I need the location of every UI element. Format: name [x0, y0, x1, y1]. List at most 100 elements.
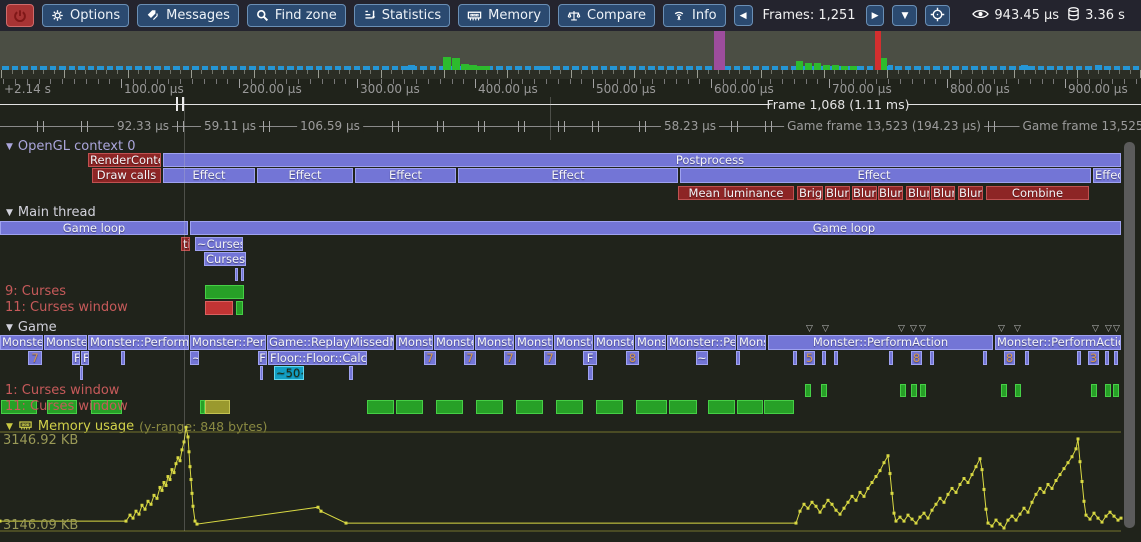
zone[interactable]: 3: [1088, 351, 1099, 365]
zone[interactable]: [822, 351, 826, 365]
zone[interactable]: Game loop: [190, 221, 1121, 235]
lock-bar[interactable]: [236, 301, 243, 315]
message-marker-icon[interactable]: ▽: [1092, 325, 1099, 333]
lock-bar[interactable]: [205, 285, 244, 299]
lock-bar[interactable]: [1001, 384, 1007, 397]
zone[interactable]: Blur: [878, 186, 903, 200]
message-marker-icon[interactable]: ▽: [1105, 325, 1112, 333]
zone[interactable]: ~Curses window: [195, 237, 243, 251]
collapse-triangle-icon[interactable]: ▼: [6, 208, 13, 218]
zone[interactable]: [793, 351, 797, 365]
zone[interactable]: [235, 268, 238, 281]
zone[interactable]: 7: [504, 351, 516, 365]
zone[interactable]: ~: [696, 351, 708, 365]
lock-bar[interactable]: [821, 384, 827, 397]
zone[interactable]: Brightness: [797, 186, 823, 200]
lock-bar[interactable]: [476, 400, 503, 414]
lock-bar[interactable]: [1091, 384, 1097, 397]
zone[interactable]: F: [258, 351, 267, 365]
zone[interactable]: ~: [190, 351, 199, 365]
zone[interactable]: 5: [804, 351, 815, 365]
lock-bar[interactable]: [805, 384, 811, 397]
zone[interactable]: [260, 366, 263, 380]
lock-bar[interactable]: [911, 384, 917, 397]
zone[interactable]: F: [72, 351, 80, 365]
section-header-main-thread[interactable]: ▼ Main thread: [6, 205, 96, 220]
zone[interactable]: [121, 351, 125, 365]
lock-bar[interactable]: [1015, 384, 1021, 397]
lock-bar[interactable]: [669, 400, 697, 414]
zone[interactable]: Effect: [257, 168, 353, 183]
zone[interactable]: [736, 351, 740, 365]
zone[interactable]: Draw calls: [92, 168, 161, 183]
lock-bar[interactable]: [396, 400, 423, 414]
zone[interactable]: 8: [911, 351, 922, 365]
zone[interactable]: Monster::PerformAction: [635, 335, 666, 350]
zone[interactable]: Game::ReplayMissedMessages: [267, 335, 394, 350]
zone[interactable]: Mean luminance: [678, 186, 794, 200]
lock-bar[interactable]: [556, 400, 583, 414]
zone[interactable]: 8: [626, 351, 639, 365]
zone[interactable]: Monster::PerformAction: [190, 335, 266, 350]
zone[interactable]: [834, 351, 838, 365]
zone[interactable]: Monster::PerformAction: [515, 335, 553, 350]
zone[interactable]: Monster::PerformAction: [667, 335, 736, 350]
zone[interactable]: Monster::PerformAction: [434, 335, 474, 350]
zone[interactable]: Blur: [906, 186, 930, 200]
zone[interactable]: [930, 351, 934, 365]
zone[interactable]: Monster::PerformAction: [475, 335, 514, 350]
lock-bar[interactable]: [516, 400, 543, 414]
zone[interactable]: Blur: [825, 186, 850, 200]
zone[interactable]: Monster::PerformAction: [0, 335, 43, 350]
zone[interactable]: Curses window: [204, 252, 246, 266]
lock-bar[interactable]: [436, 400, 463, 414]
lock-bar[interactable]: [764, 400, 794, 414]
zone[interactable]: Monster::PerformActionReal: [995, 335, 1121, 350]
zone[interactable]: RenderContext: [88, 153, 161, 167]
lock-bar[interactable]: [205, 301, 233, 315]
zone[interactable]: Effect: [355, 168, 456, 183]
zone[interactable]: ~50~: [274, 366, 304, 380]
lock-bar[interactable]: [367, 400, 394, 414]
message-marker-icon[interactable]: ▽: [822, 325, 829, 333]
zone[interactable]: Effect: [1093, 168, 1121, 183]
zone[interactable]: 8: [1004, 351, 1015, 365]
zone[interactable]: Combine: [986, 186, 1089, 200]
zone[interactable]: Postprocess: [163, 153, 1121, 167]
message-marker-icon[interactable]: ▽: [919, 325, 926, 333]
zone[interactable]: [1114, 351, 1118, 365]
zone[interactable]: Monster::PerformAction: [737, 335, 766, 350]
zone[interactable]: Monster::PerformAction: [88, 335, 189, 350]
zone[interactable]: Effect: [680, 168, 1091, 183]
lock-bar[interactable]: [1113, 384, 1119, 397]
zone[interactable]: time: [181, 237, 190, 251]
zone[interactable]: 7: [28, 351, 42, 365]
zone[interactable]: Blur: [931, 186, 955, 200]
vertical-scrollbar-thumb[interactable]: [1124, 142, 1135, 528]
zone[interactable]: Game loop: [0, 221, 188, 235]
zone[interactable]: [349, 366, 353, 380]
zone[interactable]: [1077, 351, 1081, 365]
collapse-triangle-icon[interactable]: ▼: [6, 323, 13, 333]
section-header-opengl[interactable]: ▼ OpenGL context 0: [6, 139, 136, 154]
zone[interactable]: Effect: [163, 168, 255, 183]
zone[interactable]: 7: [464, 351, 476, 365]
lock-bar[interactable]: [636, 400, 667, 414]
zone[interactable]: Blur: [852, 186, 877, 200]
zone[interactable]: Floor::Floor::Calculate: [268, 351, 367, 365]
message-marker-icon[interactable]: ▽: [806, 325, 813, 333]
message-marker-icon[interactable]: ▽: [898, 325, 905, 333]
zone[interactable]: Monster::PerformAction: [554, 335, 593, 350]
lock-bar[interactable]: [708, 400, 735, 414]
lock-bar[interactable]: [205, 400, 230, 414]
lock-bar[interactable]: [920, 384, 926, 397]
zone[interactable]: F: [583, 351, 597, 365]
collapse-triangle-icon[interactable]: ▼: [6, 142, 13, 152]
message-marker-icon[interactable]: ▽: [998, 325, 1005, 333]
zone[interactable]: [889, 351, 893, 365]
zone[interactable]: 7: [544, 351, 556, 365]
zone[interactable]: Monster::PerformAction: [396, 335, 433, 350]
message-marker-icon[interactable]: ▽: [1113, 325, 1120, 333]
zone[interactable]: [1025, 351, 1029, 365]
zone[interactable]: Monster::PerformAction: [44, 335, 87, 350]
